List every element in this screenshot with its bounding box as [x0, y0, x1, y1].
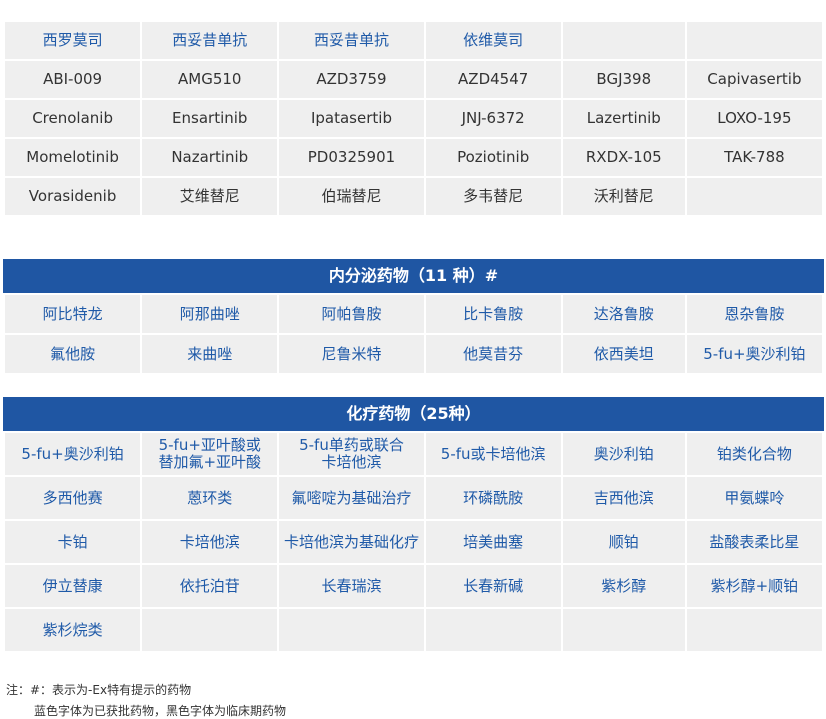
drug-cell: 多西他赛: [2, 475, 143, 521]
drug-cell: Poziotinib: [423, 137, 563, 178]
drug-cell: 西妥昔单抗: [277, 20, 426, 61]
drug-cell: [277, 607, 426, 653]
drug-cell: 培美曲塞: [423, 519, 563, 565]
drug-cell: [140, 607, 280, 653]
drug-cell: TAK-788: [684, 137, 825, 178]
drug-cell: 比卡鲁胺: [423, 293, 563, 335]
drug-cell: [684, 20, 825, 61]
drug-cell: 西罗莫司: [2, 20, 143, 61]
drug-cell: 卡培他滨为基础化疗: [277, 519, 426, 565]
footnote-color-legend: 蓝色字体为已获批药物，黑色字体为临床期药物: [34, 704, 287, 718]
footnote-legend: 注：#：表示为-Ex特有提示的药物: [6, 683, 192, 697]
drug-cell: 蒽环类: [140, 475, 280, 521]
drug-cell: ABI-009: [2, 59, 143, 100]
drug-cell: 阿比特龙: [2, 293, 143, 335]
drug-cell: 5-fu+奥沙利铂: [2, 431, 143, 477]
drug-cell: Ensartinib: [140, 98, 280, 139]
drug-cell: Crenolanib: [2, 98, 143, 139]
drug-cell: 卡铂: [2, 519, 143, 565]
table-row: Crenolanib Ensartinib Ipatasertib JNJ-6372 L…: [2, 98, 825, 139]
drug-cell: PD0325901: [277, 137, 426, 178]
chemotherapy-drug-table: 5-fu+奥沙利铂 5-fu+亚叶酸或 替加氟+亚叶酸 5-fu单药或联合 卡培他滨…: [2, 431, 825, 653]
drug-cell: Capivasertib: [684, 59, 825, 100]
drug-cell: [423, 607, 563, 653]
drug-cell: 盐酸表柔比星: [684, 519, 825, 565]
table-row: 西罗莫司 西妥昔单抗 西妥昔单抗 依维莫司: [2, 20, 825, 61]
drug-cell: AZD3759: [277, 59, 426, 100]
drug-cell: 沃利替尼: [560, 176, 687, 217]
chemotherapy-drug-section: 化疗药物（25种） 5-fu+奥沙利铂 5-fu+亚叶酸或 替加氟+亚叶酸 5-fu…: [2, 397, 825, 653]
drug-cell: 达洛鲁胺: [560, 293, 687, 335]
drug-cell: 顺铂: [560, 519, 687, 565]
drug-cell: BGJ398: [560, 59, 687, 100]
table-row: 5-fu+奥沙利铂 5-fu+亚叶酸或 替加氟+亚叶酸 5-fu单药或联合 卡培他滨…: [2, 431, 825, 477]
endocrine-drug-table: 阿比特龙 阿那曲唑 阿帕鲁胺 比卡鲁胺 达洛鲁胺 恩杂鲁胺 氟他胺 来曲唑 尼鲁米特 他莫昔芬 依西…: [2, 293, 825, 375]
drug-cell: 长春瑞滨: [277, 563, 426, 609]
endocrine-drug-section: 内分泌药物（11 种）# 阿比特龙 阿那曲唑 阿帕鲁胺 比卡鲁胺 达洛鲁胺 恩杂鲁胺 氟他胺…: [2, 259, 825, 375]
drug-cell: RXDX-105: [560, 137, 687, 178]
drug-cell: 多韦替尼: [423, 176, 563, 217]
drug-cell: AMG510: [140, 59, 280, 100]
targeted-drug-table: 西罗莫司 西妥昔单抗 西妥昔单抗 依维莫司 ABI-009 AMG510 AZD3759 AZ…: [2, 20, 825, 217]
table-row: 卡铂 卡培他滨 卡培他滨为基础化疗 培美曲塞 顺铂 盐酸表柔比星: [2, 519, 825, 565]
endocrine-drug-header: 内分泌药物（11 种）#: [3, 259, 824, 293]
drug-cell: Nazartinib: [140, 137, 280, 178]
drug-cell: 紫杉烷类: [2, 607, 143, 653]
drug-cell: 卡培他滨: [140, 519, 280, 565]
drug-cell: Lazertinib: [560, 98, 687, 139]
drug-cell: 铂类化合物: [684, 431, 825, 477]
drug-cell: 奥沙利铂: [560, 431, 687, 477]
table-row: 伊立替康 依托泊苷 长春瑞滨 长春新碱 紫杉醇 紫杉醇+顺铂: [2, 563, 825, 609]
drug-cell: LOXO-195: [684, 98, 825, 139]
drug-cell: 依维莫司: [423, 20, 563, 61]
drug-cell: 吉西他滨: [560, 475, 687, 521]
drug-cell: 5-fu单药或联合 卡培他滨: [277, 431, 426, 477]
drug-cell: 恩杂鲁胺: [684, 293, 825, 335]
drug-cell: [560, 607, 687, 653]
drug-cell: 阿那曲唑: [140, 293, 280, 335]
drug-cell: 西妥昔单抗: [140, 20, 280, 61]
drug-cell: 甲氨蝶呤: [684, 475, 825, 521]
drug-cell: 他莫昔芬: [423, 333, 563, 375]
drug-cell: 5-fu或卡培他滨: [423, 431, 563, 477]
drug-cell: 伊立替康: [2, 563, 143, 609]
drug-cell: 阿帕鲁胺: [277, 293, 426, 335]
table-row: 紫杉烷类: [2, 607, 825, 653]
table-row: ABI-009 AMG510 AZD3759 AZD4547 BGJ398 Capivas…: [2, 59, 825, 100]
table-row: Vorasidenib 艾维替尼 伯瑞替尼 多韦替尼 沃利替尼: [2, 176, 825, 217]
drug-cell: 环磷酰胺: [423, 475, 563, 521]
drug-cell: 5-fu+奥沙利铂: [684, 333, 825, 375]
chemotherapy-drug-header: 化疗药物（25种）: [3, 397, 824, 431]
drug-cell: JNJ-6372: [423, 98, 563, 139]
table-row: Momelotinib Nazartinib PD0325901 Poziotinib…: [2, 137, 825, 178]
drug-cell: Ipatasertib: [277, 98, 426, 139]
table-row: 阿比特龙 阿那曲唑 阿帕鲁胺 比卡鲁胺 达洛鲁胺 恩杂鲁胺: [2, 293, 825, 335]
drug-cell: 尼鲁米特: [277, 333, 426, 375]
drug-cell: [560, 20, 687, 61]
table-row: 氟他胺 来曲唑 尼鲁米特 他莫昔芬 依西美坦 5-fu+奥沙利铂: [2, 333, 825, 375]
drug-cell: AZD4547: [423, 59, 563, 100]
drug-cell: [684, 176, 825, 217]
targeted-drug-table-section: 西罗莫司 西妥昔单抗 西妥昔单抗 依维莫司 ABI-009 AMG510 AZD3759 AZ…: [2, 20, 825, 217]
drug-cell: 依西美坦: [560, 333, 687, 375]
drug-cell: Vorasidenib: [2, 176, 143, 217]
drug-cell: Momelotinib: [2, 137, 143, 178]
drug-cell: 氟嘧啶为基础治疗: [277, 475, 426, 521]
drug-cell: 艾维替尼: [140, 176, 280, 217]
drug-cell: 紫杉醇+顺铂: [684, 563, 825, 609]
drug-cell: 紫杉醇: [560, 563, 687, 609]
table-row: 多西他赛 蒽环类 氟嘧啶为基础治疗 环磷酰胺 吉西他滨 甲氨蝶呤: [2, 475, 825, 521]
drug-cell: 来曲唑: [140, 333, 280, 375]
drug-cell: 5-fu+亚叶酸或 替加氟+亚叶酸: [140, 431, 280, 477]
drug-cell: 伯瑞替尼: [277, 176, 426, 217]
drug-cell: 依托泊苷: [140, 563, 280, 609]
drug-cell: [684, 607, 825, 653]
drug-cell: 氟他胺: [2, 333, 143, 375]
drug-cell: 长春新碱: [423, 563, 563, 609]
